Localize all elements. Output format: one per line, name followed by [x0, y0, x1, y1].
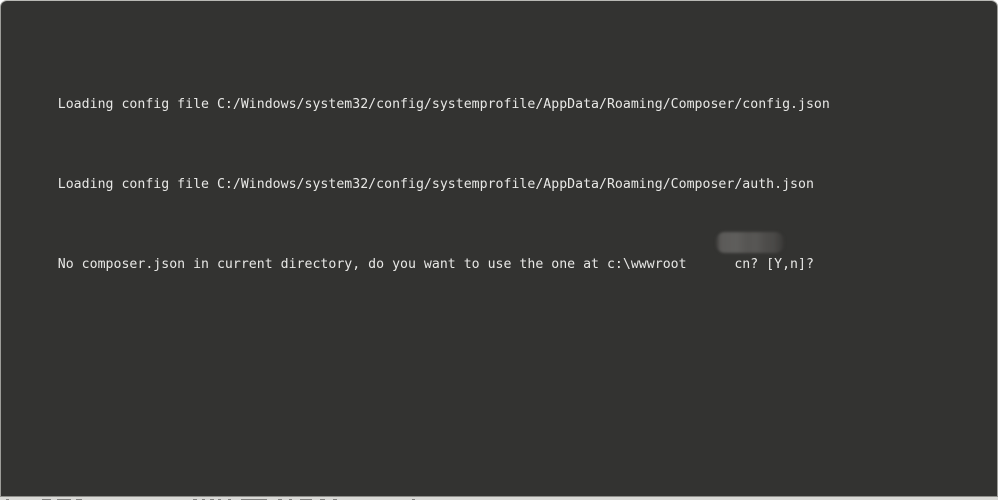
console-line: Loading config file C:/Windows/system32/… — [10, 150, 997, 192]
terminal-window[interactable]: Loading config file C:/Windows/system32/… — [0, 0, 998, 496]
console-line-text: Loading config file C:/Windows/system32/… — [57, 97, 830, 112]
console-line: Loading config file C:/Windows/system32/… — [10, 70, 997, 112]
console-line-text: Loading config file C:/Windows/system32/… — [57, 177, 814, 192]
taskbar-sliver[interactable] — [0, 496, 998, 500]
redaction-box — [716, 232, 784, 253]
console-line-text: No composer.json in current directory, d… — [57, 257, 687, 272]
console-output: Loading config file C:/Windows/system32/… — [10, 13, 997, 310]
console-line-text-after-redaction: cn? [Y,n]? — [734, 257, 814, 272]
console-line-text-suffix — [687, 257, 735, 272]
console-line-prompt: No composer.json in current directory, d… — [10, 230, 997, 272]
